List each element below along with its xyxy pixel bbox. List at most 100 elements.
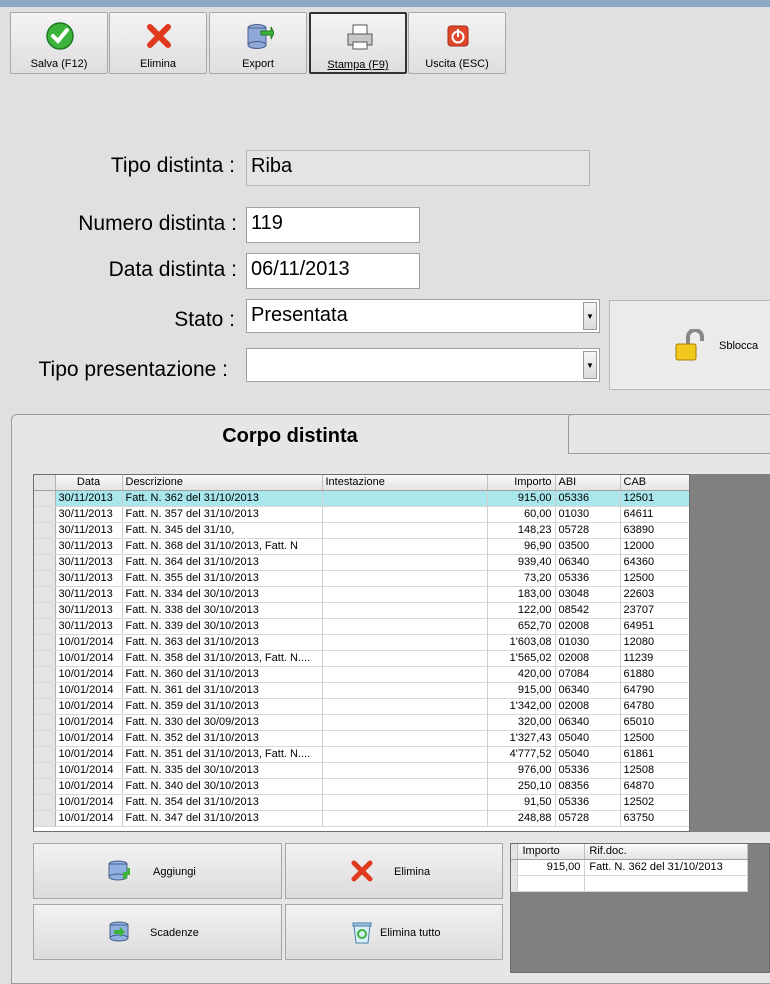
cell-descrizione: Fatt. N. 354 del 31/10/2013 <box>122 794 323 811</box>
detail-row[interactable]: 915,00 Fatt. N. 362 del 31/10/2013 <box>511 859 748 876</box>
data-distinta-input[interactable]: 06/11/2013 <box>246 253 420 289</box>
cell-abi: 01030 <box>555 634 621 651</box>
cell-descrizione: Fatt. N. 352 del 31/10/2013 <box>122 730 323 747</box>
row-selector-header <box>34 475 56 491</box>
table-row[interactable]: 10/01/2014 Fatt. N. 354 del 31/10/2013 91,… <box>34 794 689 811</box>
stato-value: Presentata <box>251 304 348 326</box>
scadenze-button[interactable]: Scadenze <box>33 904 282 960</box>
cell-importo: 4'777,52 <box>487 746 556 763</box>
table-row[interactable]: 30/11/2013 Fatt. N. 368 del 31/10/2013, F… <box>34 538 689 555</box>
cell-intestazione <box>322 730 488 747</box>
tipo-presentazione-select[interactable]: ▼ <box>246 348 600 382</box>
cell-importo: 96,90 <box>487 538 556 555</box>
table-row[interactable]: 30/11/2013 Fatt. N. 362 del 31/10/2013 915… <box>34 490 689 507</box>
stato-label: Stato : <box>174 308 235 331</box>
elimina-tutto-button[interactable]: Elimina tutto <box>285 904 503 960</box>
row-selector <box>34 570 56 587</box>
table-row[interactable]: 30/11/2013 Fatt. N. 345 del 31/10, 148,23 0… <box>34 522 689 539</box>
sblocca-label: Sblocca <box>719 340 759 352</box>
export-button[interactable]: Export <box>209 12 307 74</box>
sblocca-button[interactable]: Sblocca <box>609 300 770 390</box>
cell-intestazione <box>322 490 488 507</box>
table-row[interactable]: 30/11/2013 Fatt. N. 334 del 30/10/2013 183… <box>34 586 689 603</box>
tab-corpo-distinta[interactable]: Corpo distinta <box>11 414 569 456</box>
col-header-importo[interactable]: Importo <box>487 475 556 491</box>
cell-descrizione: Fatt. N. 347 del 31/10/2013 <box>122 810 323 827</box>
cell-abi: 03048 <box>555 586 621 603</box>
cell-descrizione: Fatt. N. 345 del 31/10, <box>122 522 323 539</box>
cell-data: 30/11/2013 <box>55 570 123 587</box>
stato-select[interactable]: Presentata ▼ <box>246 299 600 333</box>
print-button[interactable]: Stampa (F9) <box>309 12 407 74</box>
cell-importo: 250,10 <box>487 778 556 795</box>
table-row[interactable]: 30/11/2013 Fatt. N. 357 del 31/10/2013 60,… <box>34 506 689 523</box>
cell-importo: 1'327,43 <box>487 730 556 747</box>
detail-grid[interactable]: Importo Rif.doc. 915,00 Fatt. N. 362 del… <box>510 843 770 973</box>
col-header-intestazione[interactable]: Intestazione <box>322 475 488 491</box>
cell-importo: 73,20 <box>487 570 556 587</box>
table-row[interactable]: 30/11/2013 Fatt. N. 339 del 30/10/2013 652… <box>34 618 689 635</box>
numero-distinta-input[interactable]: 119 <box>246 207 420 243</box>
table-row[interactable]: 30/11/2013 Fatt. N. 338 del 30/10/2013 122… <box>34 602 689 619</box>
cell-intestazione <box>322 746 488 763</box>
cell-data: 10/01/2014 <box>55 746 123 763</box>
table-row[interactable]: 10/01/2014 Fatt. N. 335 del 30/10/2013 976… <box>34 762 689 779</box>
cell-abi: 05336 <box>555 762 621 779</box>
cell-descrizione: Fatt. N. 359 del 31/10/2013 <box>122 698 323 715</box>
cell-intestazione <box>322 570 488 587</box>
cell-cab: 12500 <box>620 730 689 747</box>
col-header-descrizione[interactable]: Descrizione <box>122 475 323 491</box>
save-button[interactable]: Salva (F12) <box>10 12 108 74</box>
chevron-down-icon[interactable]: ▼ <box>583 302 597 330</box>
table-row[interactable]: 10/01/2014 Fatt. N. 360 del 31/10/2013 420… <box>34 666 689 683</box>
row-selector <box>34 746 56 763</box>
tab-secondary[interactable] <box>568 414 770 454</box>
cell-abi: 05336 <box>555 570 621 587</box>
cell-data: 30/11/2013 <box>55 506 123 523</box>
delete-button[interactable]: Elimina <box>109 12 207 74</box>
row-selector <box>34 602 56 619</box>
col-header-cab[interactable]: CAB <box>620 475 689 491</box>
cell-abi: 05040 <box>555 746 621 763</box>
table-row[interactable]: 10/01/2014 Fatt. N. 358 del 31/10/2013, F… <box>34 650 689 667</box>
row-selector <box>34 554 56 571</box>
cell-data: 10/01/2014 <box>55 634 123 651</box>
elimina-riga-button[interactable]: Elimina <box>285 843 503 899</box>
row-selector <box>34 506 56 523</box>
table-row[interactable]: 30/11/2013 Fatt. N. 364 del 31/10/2013 939… <box>34 554 689 571</box>
table-row[interactable]: 10/01/2014 Fatt. N. 359 del 31/10/2013 1'3… <box>34 698 689 715</box>
aggiungi-button[interactable]: Aggiungi <box>33 843 282 899</box>
cell-cab: 12000 <box>620 538 689 555</box>
table-row[interactable]: 10/01/2014 Fatt. N. 352 del 31/10/2013 1'3… <box>34 730 689 747</box>
cell-intestazione <box>322 634 488 651</box>
table-row[interactable]: 10/01/2014 Fatt. N. 347 del 31/10/2013 248… <box>34 810 689 827</box>
table-row[interactable]: 30/11/2013 Fatt. N. 355 del 31/10/2013 73,… <box>34 570 689 587</box>
row-selector <box>34 714 56 731</box>
distinta-grid[interactable]: Data Descrizione Intestazione Importo AB… <box>33 474 690 832</box>
cell-abi: 05040 <box>555 730 621 747</box>
cell-descrizione: Fatt. N. 334 del 30/10/2013 <box>122 586 323 603</box>
exit-button[interactable]: Uscita (ESC) <box>408 12 506 74</box>
elimina-tutto-label: Elimina tutto <box>380 927 441 939</box>
row-selector <box>34 634 56 651</box>
row-selector <box>34 682 56 699</box>
chevron-down-icon[interactable]: ▼ <box>583 351 597 379</box>
exit-button-label: Uscita (ESC) <box>425 58 489 70</box>
table-row[interactable]: 10/01/2014 Fatt. N. 363 del 31/10/2013 1'6… <box>34 634 689 651</box>
cell-cab: 64611 <box>620 506 689 523</box>
cell-importo: 420,00 <box>487 666 556 683</box>
table-row[interactable]: 10/01/2014 Fatt. N. 361 del 31/10/2013 915… <box>34 682 689 699</box>
cell-data: 10/01/2014 <box>55 650 123 667</box>
row-selector <box>34 698 56 715</box>
table-row[interactable]: 10/01/2014 Fatt. N. 330 del 30/09/2013 320… <box>34 714 689 731</box>
cell-intestazione <box>322 682 488 699</box>
col-header-data[interactable]: Data <box>55 475 123 491</box>
detail-col-importo[interactable]: Importo <box>517 844 586 860</box>
col-header-abi[interactable]: ABI <box>555 475 621 491</box>
row-selector <box>34 538 56 555</box>
table-row[interactable]: 10/01/2014 Fatt. N. 351 del 31/10/2013, F… <box>34 746 689 763</box>
table-row[interactable]: 10/01/2014 Fatt. N. 340 del 30/10/2013 250… <box>34 778 689 795</box>
detail-col-rifdoc[interactable]: Rif.doc. <box>584 844 748 860</box>
cell-intestazione <box>322 666 488 683</box>
unlock-padlock-icon <box>675 329 704 361</box>
